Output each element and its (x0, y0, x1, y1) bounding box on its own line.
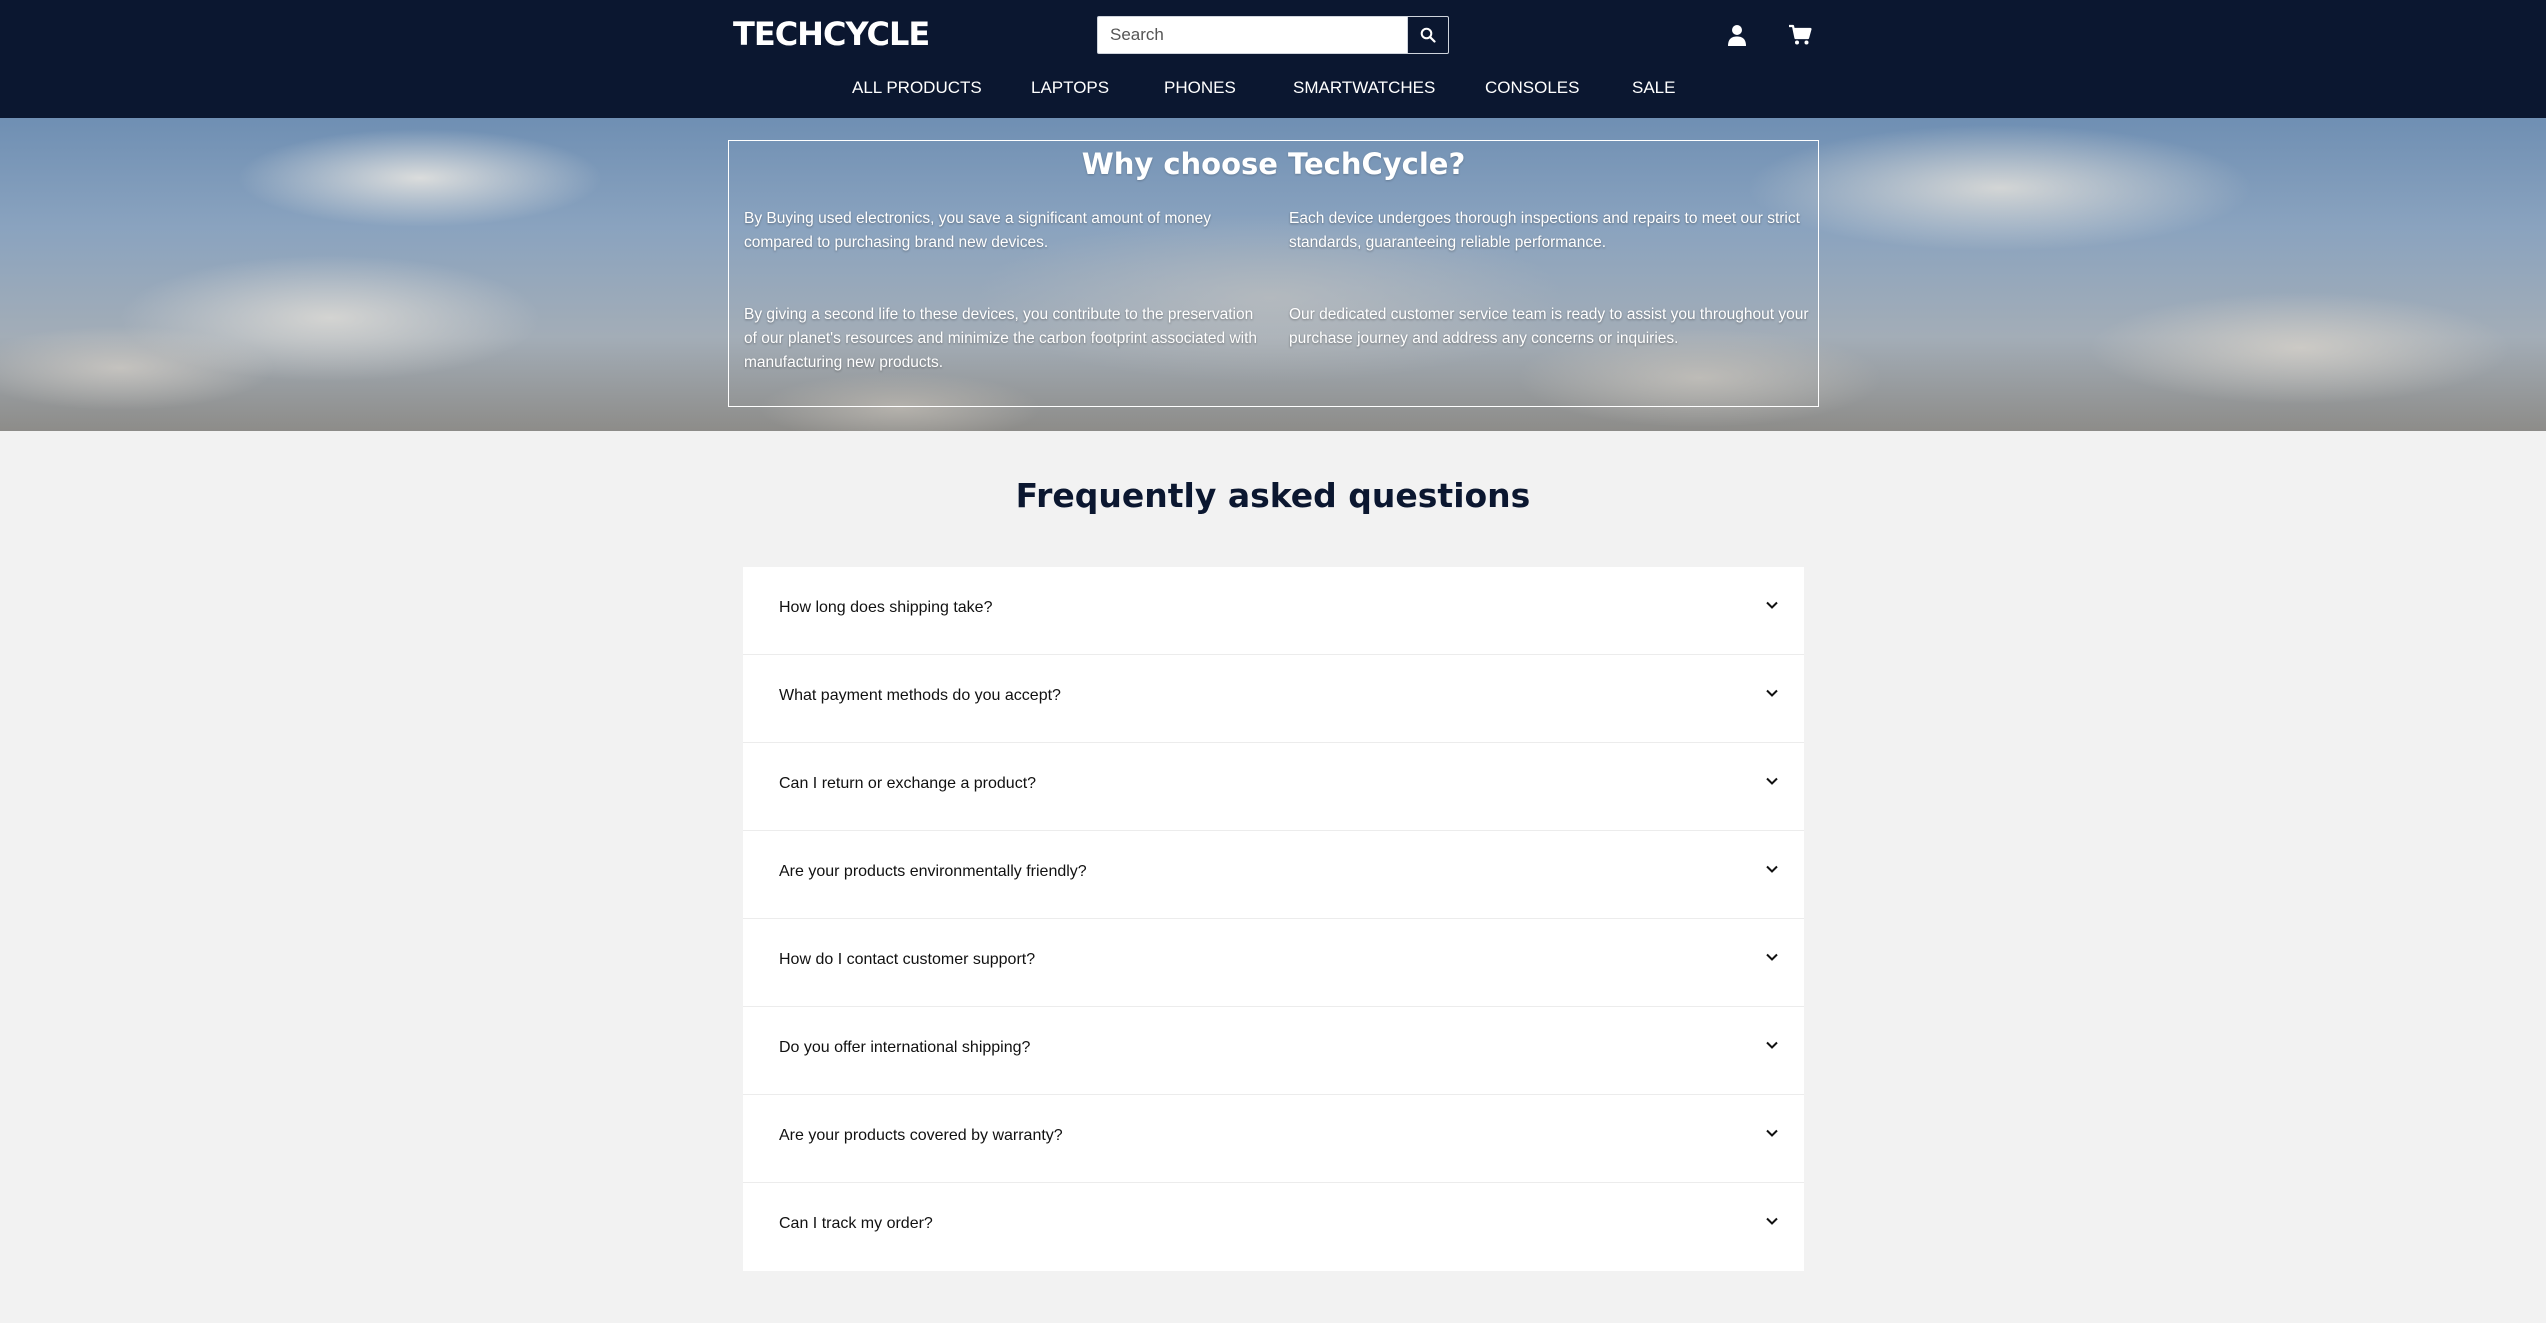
search-button[interactable] (1407, 16, 1449, 54)
faq-item[interactable]: How long does shipping take? (743, 567, 1804, 655)
search-input[interactable] (1097, 16, 1407, 54)
faq-question: Are your products environmentally friend… (779, 863, 1087, 880)
faq-question: Can I track my order? (779, 1215, 933, 1232)
chevron-down-icon (1766, 1129, 1778, 1137)
nav-item-laptops[interactable]: LAPTOPS (1031, 78, 1109, 98)
nav-item-smartwatches[interactable]: SMARTWATCHES (1293, 78, 1435, 98)
faq-item[interactable]: Can I track my order? (743, 1183, 1804, 1271)
search-icon (1420, 27, 1436, 43)
chevron-down-icon (1766, 1041, 1778, 1049)
logo[interactable]: TECHCYCLE (733, 15, 930, 53)
nav-item-phones[interactable]: PHONES (1164, 78, 1236, 98)
faq-question: Can I return or exchange a product? (779, 775, 1037, 792)
why-choose-box: Why choose TechCycle? By Buying used ele… (728, 140, 1819, 407)
faq-question: How long does shipping take? (779, 599, 993, 616)
cart-button[interactable] (1785, 20, 1815, 50)
faq-question: Are your products covered by warranty? (779, 1127, 1063, 1144)
why-point-savings: By Buying used electronics, you save a s… (744, 210, 1211, 251)
cart-icon (1789, 24, 1812, 45)
why-choose-hero: Why choose TechCycle? By Buying used ele… (0, 118, 2546, 431)
chevron-down-icon (1766, 689, 1778, 697)
faq-question: How do I contact customer support? (779, 951, 1036, 968)
faq-item[interactable]: Can I return or exchange a product? (743, 743, 1804, 831)
chevron-down-icon (1766, 777, 1778, 785)
nav-item-sale[interactable]: SALE (1632, 78, 1675, 98)
why-point-support: Our dedicated customer service team is r… (1289, 306, 1809, 347)
nav-item-consoles[interactable]: CONSOLES (1485, 78, 1579, 98)
chevron-down-icon (1766, 601, 1778, 609)
why-point-quality: Each device undergoes thorough inspectio… (1289, 210, 1800, 251)
why-point-environment: By giving a second life to these devices… (744, 306, 1258, 371)
faq-question: What payment methods do you accept? (779, 687, 1061, 704)
why-choose-title: Why choose TechCycle? (1081, 147, 1466, 181)
faq-item[interactable]: How do I contact customer support? (743, 919, 1804, 1007)
faq-item[interactable]: What payment methods do you accept? (743, 655, 1804, 743)
faq-item[interactable]: Do you offer international shipping? (743, 1007, 1804, 1095)
faq-question: Do you offer international shipping? (779, 1039, 1031, 1056)
chevron-down-icon (1766, 865, 1778, 873)
nav-item-all-products[interactable]: ALL PRODUCTS (852, 78, 982, 98)
account-button[interactable] (1722, 20, 1752, 50)
faq-item[interactable]: Are your products environmentally friend… (743, 831, 1804, 919)
search-bar (1097, 16, 1449, 54)
chevron-down-icon (1766, 953, 1778, 961)
faq-list: How long does shipping take? What paymen… (743, 567, 1804, 1271)
site-header: TECHCYCLE ALL PRODUCTS LAPTOPS PHONES SM… (0, 0, 2546, 118)
faq-item[interactable]: Are your products covered by warranty? (743, 1095, 1804, 1183)
user-icon (1728, 25, 1746, 46)
chevron-down-icon (1766, 1217, 1778, 1225)
faq-title: Frequently asked questions (1015, 476, 1531, 515)
main-nav: ALL PRODUCTS LAPTOPS PHONES SMARTWATCHES… (0, 78, 2546, 102)
